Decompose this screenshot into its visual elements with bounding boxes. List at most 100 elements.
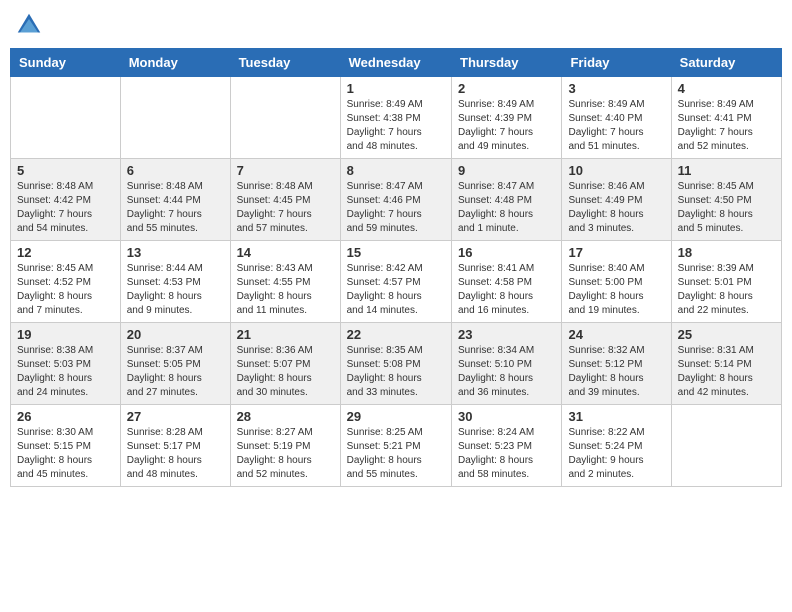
header-tuesday: Tuesday	[230, 49, 340, 77]
header-saturday: Saturday	[671, 49, 781, 77]
calendar-cell: 23 Sunrise: 8:34 AM Sunset: 5:10 PM Dayli…	[452, 323, 562, 405]
calendar-cell: 25 Sunrise: 8:31 AM Sunset: 5:14 PM Dayli…	[671, 323, 781, 405]
day-number: 12	[17, 245, 114, 260]
day-number: 21	[237, 327, 334, 342]
calendar-cell: 20 Sunrise: 8:37 AM Sunset: 5:05 PM Dayli…	[120, 323, 230, 405]
calendar-cell: 7 Sunrise: 8:48 AM Sunset: 4:45 PM Daylig…	[230, 159, 340, 241]
day-info: Sunrise: 8:48 AM Sunset: 4:45 PM Dayligh…	[237, 180, 334, 236]
day-number: 20	[127, 327, 224, 342]
week-row-0: 1 Sunrise: 8:49 AM Sunset: 4:38 PM Daylig…	[11, 77, 782, 159]
calendar-cell: 29 Sunrise: 8:25 AM Sunset: 5:21 PM Dayli…	[340, 405, 451, 487]
day-info: Sunrise: 8:22 AM Sunset: 5:24 PM Dayligh…	[568, 426, 664, 482]
header-thursday: Thursday	[452, 49, 562, 77]
calendar-cell: 8Sunrise: 8:47 AM Sunset: 4:46 PM Daylig…	[340, 159, 451, 241]
day-number: 26	[17, 409, 114, 424]
calendar-cell: 4Sunrise: 8:49 AM Sunset: 4:41 PM Daylig…	[671, 77, 781, 159]
day-number: 8	[347, 163, 445, 178]
day-info: Sunrise: 8:37 AM Sunset: 5:05 PM Dayligh…	[127, 344, 224, 400]
calendar-cell: 10 Sunrise: 8:46 AM Sunset: 4:49 PM Dayli…	[562, 159, 671, 241]
day-number: 19	[17, 327, 114, 342]
calendar-cell: 13Sunrise: 8:44 AM Sunset: 4:53 PM Dayli…	[120, 241, 230, 323]
calendar-cell: 2 Sunrise: 8:49 AM Sunset: 4:39 PM Daylig…	[452, 77, 562, 159]
day-number: 3	[568, 81, 664, 96]
calendar-cell: 9 Sunrise: 8:47 AM Sunset: 4:48 PM Daylig…	[452, 159, 562, 241]
day-number: 15	[347, 245, 445, 260]
day-info: Sunrise: 8:44 AM Sunset: 4:53 PM Dayligh…	[127, 262, 224, 318]
day-info: Sunrise: 8:46 AM Sunset: 4:49 PM Dayligh…	[568, 180, 664, 236]
day-info: Sunrise: 8:45 AM Sunset: 4:50 PM Dayligh…	[678, 180, 775, 236]
day-number: 30	[458, 409, 555, 424]
calendar-cell: 14 Sunrise: 8:43 AM Sunset: 4:55 PM Dayli…	[230, 241, 340, 323]
day-number: 22	[347, 327, 445, 342]
header-friday: Friday	[562, 49, 671, 77]
header-monday: Monday	[120, 49, 230, 77]
week-row-3: 19 Sunrise: 8:38 AM Sunset: 5:03 PM Dayli…	[11, 323, 782, 405]
calendar-cell: 22Sunrise: 8:35 AM Sunset: 5:08 PM Dayli…	[340, 323, 451, 405]
calendar-header: SundayMondayTuesdayWednesdayThursdayFrid…	[11, 49, 782, 77]
calendar-cell: 19 Sunrise: 8:38 AM Sunset: 5:03 PM Dayli…	[11, 323, 121, 405]
header-sunday: Sunday	[11, 49, 121, 77]
day-info: Sunrise: 8:25 AM Sunset: 5:21 PM Dayligh…	[347, 426, 445, 482]
day-info: Sunrise: 8:24 AM Sunset: 5:23 PM Dayligh…	[458, 426, 555, 482]
day-info: Sunrise: 8:39 AM Sunset: 5:01 PM Dayligh…	[678, 262, 775, 318]
day-number: 1	[347, 81, 445, 96]
calendar-cell: 17Sunrise: 8:40 AM Sunset: 5:00 PM Dayli…	[562, 241, 671, 323]
logo	[14, 10, 48, 40]
day-number: 7	[237, 163, 334, 178]
page-header	[10, 10, 782, 40]
day-number: 14	[237, 245, 334, 260]
day-info: Sunrise: 8:47 AM Sunset: 4:48 PM Dayligh…	[458, 180, 555, 236]
header-wednesday: Wednesday	[340, 49, 451, 77]
calendar-cell: 26 Sunrise: 8:30 AM Sunset: 5:15 PM Dayli…	[11, 405, 121, 487]
day-info: Sunrise: 8:38 AM Sunset: 5:03 PM Dayligh…	[17, 344, 114, 400]
calendar-cell: 21 Sunrise: 8:36 AM Sunset: 5:07 PM Dayli…	[230, 323, 340, 405]
calendar-cell: 1 Sunrise: 8:49 AM Sunset: 4:38 PM Daylig…	[340, 77, 451, 159]
calendar-cell: 28 Sunrise: 8:27 AM Sunset: 5:19 PM Dayli…	[230, 405, 340, 487]
day-number: 4	[678, 81, 775, 96]
day-number: 2	[458, 81, 555, 96]
day-number: 31	[568, 409, 664, 424]
day-number: 6	[127, 163, 224, 178]
day-info: Sunrise: 8:36 AM Sunset: 5:07 PM Dayligh…	[237, 344, 334, 400]
calendar-cell: 3 Sunrise: 8:49 AM Sunset: 4:40 PM Daylig…	[562, 77, 671, 159]
day-number: 23	[458, 327, 555, 342]
day-number: 27	[127, 409, 224, 424]
calendar-cell	[671, 405, 781, 487]
day-info: Sunrise: 8:48 AM Sunset: 4:42 PM Dayligh…	[17, 180, 114, 236]
calendar-cell: 16Sunrise: 8:41 AM Sunset: 4:58 PM Dayli…	[452, 241, 562, 323]
calendar-cell	[230, 77, 340, 159]
day-info: Sunrise: 8:28 AM Sunset: 5:17 PM Dayligh…	[127, 426, 224, 482]
day-info: Sunrise: 8:27 AM Sunset: 5:19 PM Dayligh…	[237, 426, 334, 482]
day-info: Sunrise: 8:30 AM Sunset: 5:15 PM Dayligh…	[17, 426, 114, 482]
day-number: 9	[458, 163, 555, 178]
calendar-cell: 31 Sunrise: 8:22 AM Sunset: 5:24 PM Dayli…	[562, 405, 671, 487]
day-number: 24	[568, 327, 664, 342]
calendar-cell: 27 Sunrise: 8:28 AM Sunset: 5:17 PM Dayli…	[120, 405, 230, 487]
day-number: 18	[678, 245, 775, 260]
day-info: Sunrise: 8:49 AM Sunset: 4:40 PM Dayligh…	[568, 98, 664, 154]
week-row-2: 12Sunrise: 8:45 AM Sunset: 4:52 PM Dayli…	[11, 241, 782, 323]
day-info: Sunrise: 8:34 AM Sunset: 5:10 PM Dayligh…	[458, 344, 555, 400]
day-info: Sunrise: 8:49 AM Sunset: 4:38 PM Dayligh…	[347, 98, 445, 154]
calendar-body: 1 Sunrise: 8:49 AM Sunset: 4:38 PM Daylig…	[11, 77, 782, 487]
logo-icon	[14, 10, 44, 40]
calendar-cell	[11, 77, 121, 159]
calendar-cell: 5 Sunrise: 8:48 AM Sunset: 4:42 PM Daylig…	[11, 159, 121, 241]
calendar-cell: 30 Sunrise: 8:24 AM Sunset: 5:23 PM Dayli…	[452, 405, 562, 487]
day-number: 5	[17, 163, 114, 178]
day-number: 17	[568, 245, 664, 260]
day-info: Sunrise: 8:32 AM Sunset: 5:12 PM Dayligh…	[568, 344, 664, 400]
day-number: 29	[347, 409, 445, 424]
day-number: 25	[678, 327, 775, 342]
day-number: 28	[237, 409, 334, 424]
week-row-1: 5 Sunrise: 8:48 AM Sunset: 4:42 PM Daylig…	[11, 159, 782, 241]
day-info: Sunrise: 8:31 AM Sunset: 5:14 PM Dayligh…	[678, 344, 775, 400]
day-info: Sunrise: 8:49 AM Sunset: 4:39 PM Dayligh…	[458, 98, 555, 154]
calendar-cell: 6Sunrise: 8:48 AM Sunset: 4:44 PM Daylig…	[120, 159, 230, 241]
calendar-cell: 12Sunrise: 8:45 AM Sunset: 4:52 PM Dayli…	[11, 241, 121, 323]
calendar-cell: 11Sunrise: 8:45 AM Sunset: 4:50 PM Dayli…	[671, 159, 781, 241]
calendar-cell: 15Sunrise: 8:42 AM Sunset: 4:57 PM Dayli…	[340, 241, 451, 323]
day-info: Sunrise: 8:43 AM Sunset: 4:55 PM Dayligh…	[237, 262, 334, 318]
day-number: 10	[568, 163, 664, 178]
day-info: Sunrise: 8:41 AM Sunset: 4:58 PM Dayligh…	[458, 262, 555, 318]
